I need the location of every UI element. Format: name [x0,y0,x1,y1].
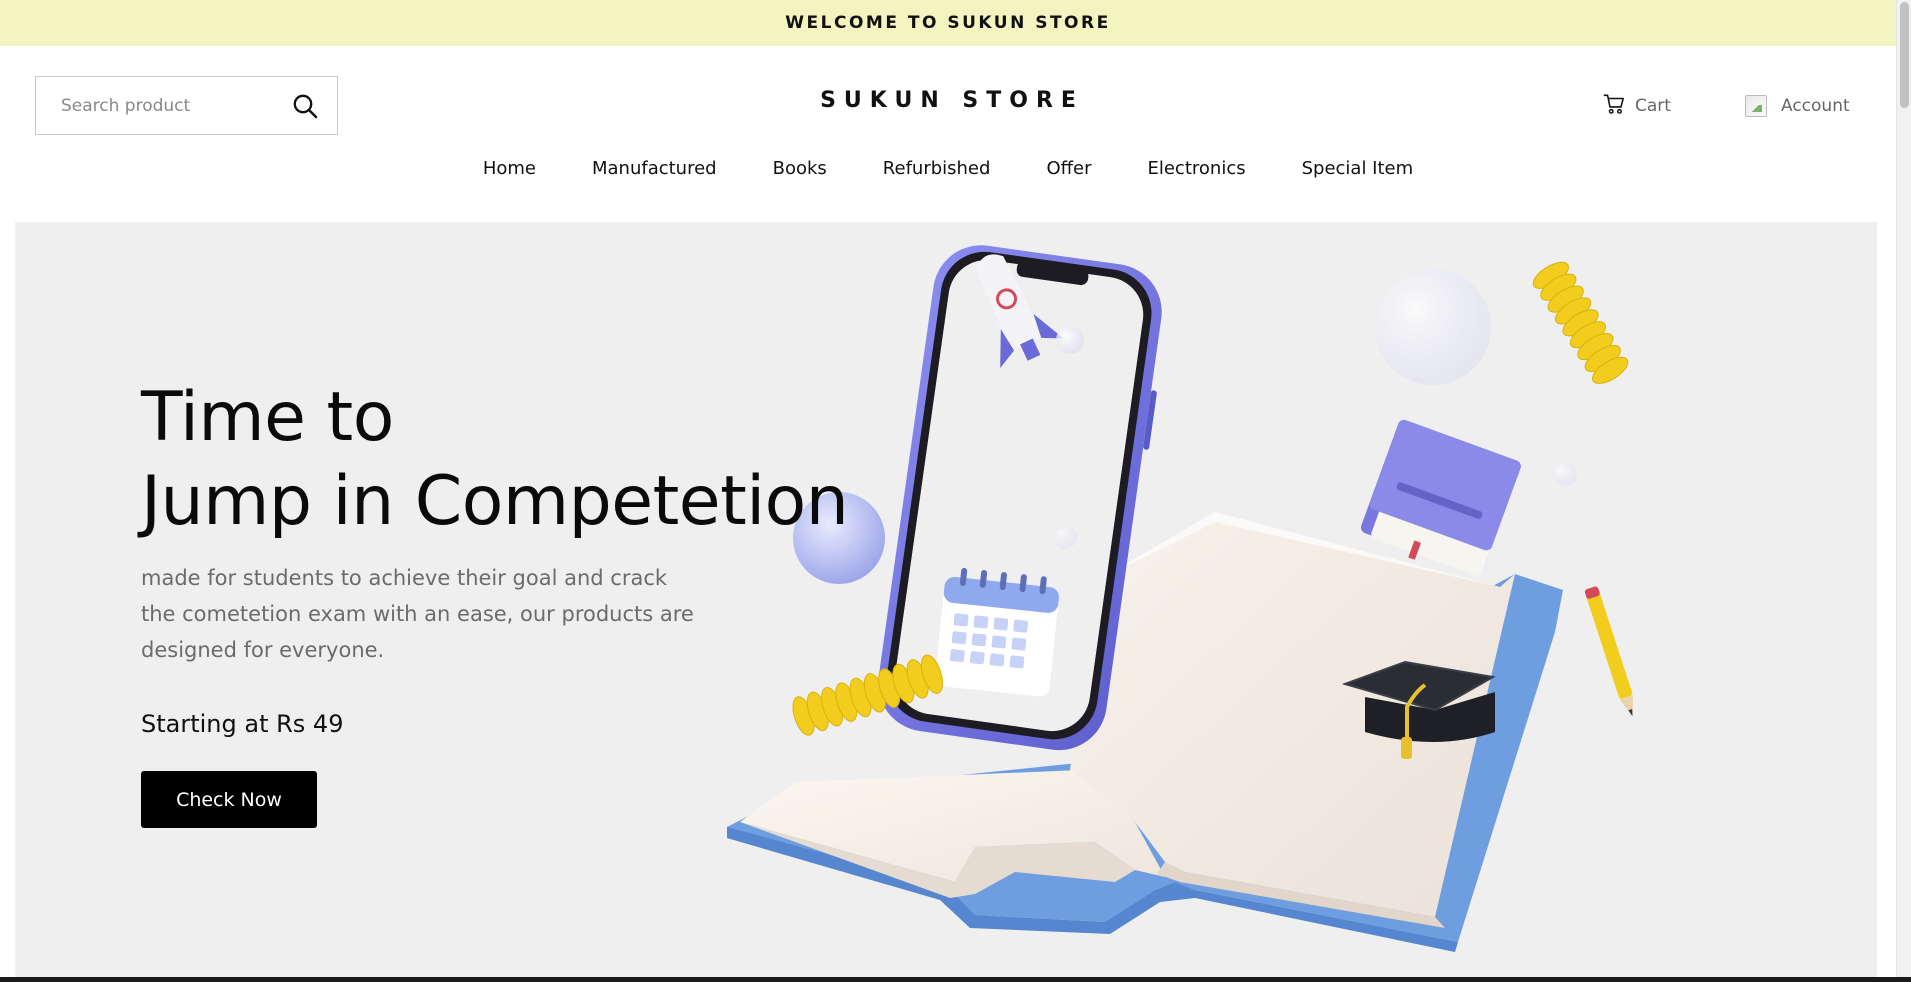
page: WELCOME TO SUKUN STORE SUKUN STORE Cart … [0,0,1911,982]
scrollbar-thumb[interactable] [1900,2,1909,108]
hero-title-line-1: Time to [141,378,394,457]
cart-link[interactable]: Cart [1603,93,1671,119]
main-nav: Home Manufactured Books Refurbished Offe… [0,158,1896,179]
brand-text[interactable]: SUKUN STORE [812,88,1084,113]
cart-icon [1603,93,1625,120]
nav-item-manufactured[interactable]: Manufactured [592,158,717,179]
nav-item-electronics[interactable]: Electronics [1147,158,1245,179]
nav-item-refurbished[interactable]: Refurbished [883,158,991,179]
nav-item-home[interactable]: Home [483,158,536,179]
nav-item-offer[interactable]: Offer [1046,158,1091,179]
nav-item-special-item[interactable]: Special Item [1302,158,1414,179]
bottom-border [0,977,1911,982]
account-label: Account [1781,96,1850,116]
hero-description: made for students to achieve their goal … [141,566,694,662]
account-link[interactable]: Account [1745,93,1850,119]
hero-banner: Time to Jump in Competetion made for stu… [15,222,1877,982]
hero-title-line-2: Jump in Competetion [141,462,849,541]
nav-item-books[interactable]: Books [773,158,827,179]
announcement-bar: WELCOME TO SUKUN STORE [0,0,1896,46]
hero-price: Starting at Rs 49 [141,710,344,738]
account-avatar-icon [1745,95,1767,117]
check-now-button[interactable]: Check Now [141,771,317,828]
cart-label: Cart [1635,96,1671,116]
hero-title: Time to Jump in Competetion [141,376,849,544]
announcement-text: WELCOME TO SUKUN STORE [785,13,1111,33]
scrollbar[interactable] [1896,0,1911,982]
